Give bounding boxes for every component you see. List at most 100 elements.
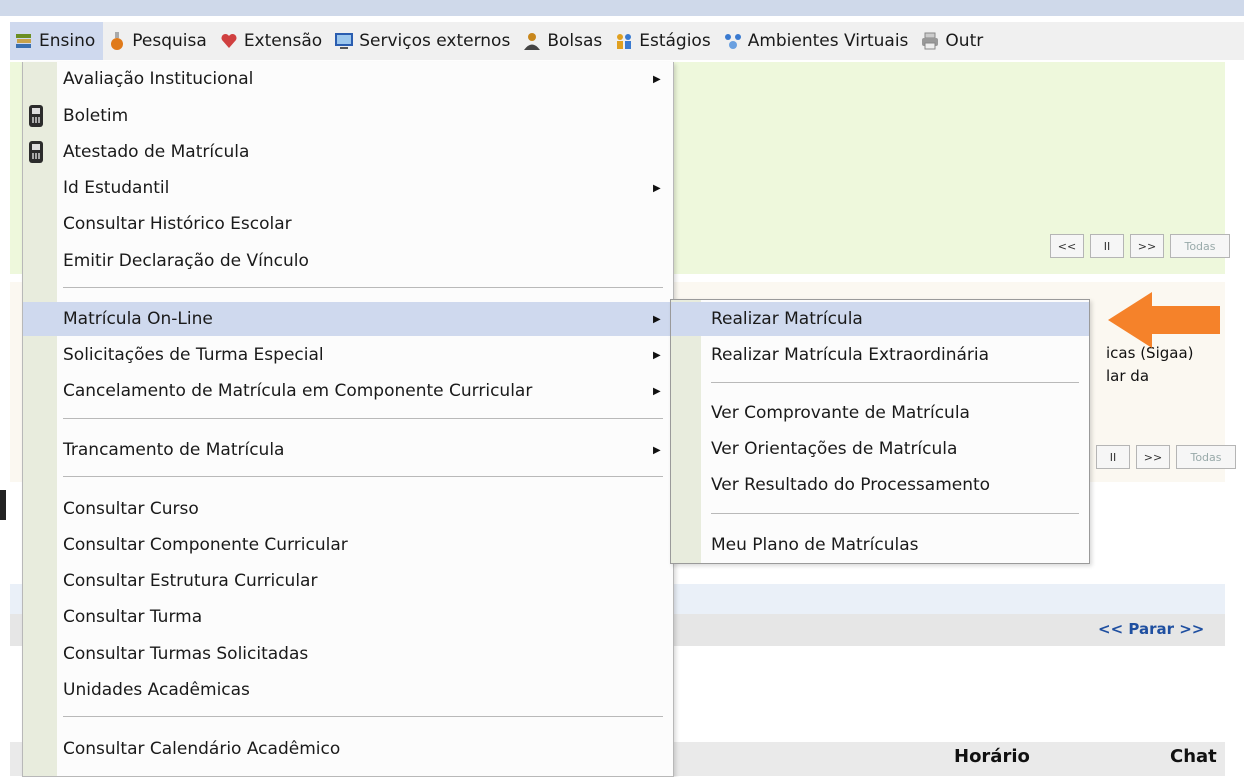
- heart-hands-icon: [219, 31, 239, 51]
- menu-item-calendario-academico[interactable]: Consultar Calendário Acadêmico: [23, 732, 673, 766]
- menu-item-matricula-online[interactable]: Matrícula On-Line ▶: [23, 302, 673, 336]
- submenu-arrow-icon: ▶: [653, 385, 661, 397]
- menu-label: Bolsas: [547, 31, 603, 51]
- notices-nav: II >> Todas: [1096, 445, 1236, 469]
- menu-item-label: Consultar Turmas Solicitadas: [63, 644, 309, 664]
- menu-item-label: Consultar Histórico Escolar: [63, 214, 292, 234]
- menu-item-label: Realizar Matrícula Extraordinária: [711, 345, 990, 365]
- notice-text-2: lar da: [1106, 367, 1150, 385]
- menu-item-label: Meu Plano de Matrículas: [711, 535, 919, 555]
- prev-button[interactable]: <<: [1050, 234, 1084, 258]
- menu-item-avaliacao-institucional[interactable]: Avaliação Institucional ▶: [23, 62, 673, 96]
- monitor-icon: [334, 31, 354, 51]
- menu-item-atestado-matricula[interactable]: Atestado de Matrícula: [23, 135, 673, 169]
- menu-item-label: Ver Orientações de Matrícula: [711, 439, 958, 459]
- menu-item-trancamento[interactable]: Trancamento de Matrícula ▶: [23, 433, 673, 467]
- parar-link[interactable]: << Parar >>: [1098, 620, 1204, 638]
- calculator-icon: [29, 105, 43, 127]
- ensino-dropdown: Avaliação Institucional ▶ Boletim Atesta…: [22, 62, 674, 777]
- menu-ensino[interactable]: Ensino: [10, 22, 104, 60]
- menu-item-label: Consultar Estrutura Curricular: [63, 571, 318, 591]
- menu-item-label: Cancelamento de Matrícula em Componente …: [63, 381, 533, 401]
- menu-item-boletim[interactable]: Boletim: [23, 99, 673, 133]
- menu-item-estrutura-curricular[interactable]: Consultar Estrutura Curricular: [23, 564, 673, 598]
- menu-item-label: Trancamento de Matrícula: [63, 440, 285, 460]
- submenu-item-realizar-matricula[interactable]: Realizar Matrícula: [671, 302, 1089, 336]
- menu-item-label: Consultar Curso: [63, 499, 199, 519]
- menu-item-label: Consultar Calendário Acadêmico: [63, 739, 341, 759]
- submenu-arrow-icon: ▶: [653, 313, 661, 325]
- submenu-item-matricula-extraordinaria[interactable]: Realizar Matrícula Extraordinária: [671, 338, 1089, 372]
- menu-item-consultar-curso[interactable]: Consultar Curso: [23, 492, 673, 526]
- menu-separator: [63, 476, 663, 477]
- menu-item-consultar-turma[interactable]: Consultar Turma: [23, 600, 673, 634]
- news-nav: << II >> Todas: [1050, 234, 1230, 258]
- menu-item-turmas-solicitadas[interactable]: Consultar Turmas Solicitadas: [23, 637, 673, 671]
- menu-item-cancelamento-matricula[interactable]: Cancelamento de Matrícula em Componente …: [23, 374, 673, 408]
- pointer-arrow-icon: [1108, 292, 1220, 348]
- menu-item-label: Boletim: [63, 106, 129, 126]
- submenu-arrow-icon: ▶: [653, 349, 661, 361]
- network-icon: [723, 31, 743, 51]
- submenu-arrow-icon: ▶: [653, 182, 661, 194]
- submenu-item-plano-matriculas[interactable]: Meu Plano de Matrículas: [671, 528, 1089, 562]
- flask-icon: [107, 31, 127, 51]
- menu-item-turma-especial[interactable]: Solicitações de Turma Especial ▶: [23, 338, 673, 372]
- menu-item-label: Ver Resultado do Processamento: [711, 475, 991, 495]
- menu-bolsas[interactable]: Bolsas: [518, 22, 610, 60]
- next-button[interactable]: >>: [1130, 234, 1164, 258]
- all-button[interactable]: Todas: [1170, 234, 1230, 258]
- menu-label: Outr: [945, 31, 984, 51]
- pause-button[interactable]: II: [1096, 445, 1130, 469]
- menu-servicos-externos[interactable]: Serviços externos: [330, 22, 518, 60]
- all-button[interactable]: Todas: [1176, 445, 1236, 469]
- menu-extensao[interactable]: Extensão: [215, 22, 330, 60]
- submenu-item-comprovante[interactable]: Ver Comprovante de Matrícula: [671, 396, 1089, 430]
- menu-label: Pesquisa: [132, 31, 207, 51]
- menu-label: Serviços externos: [359, 31, 511, 51]
- matricula-online-submenu: Realizar Matrícula Realizar Matrícula Ex…: [670, 299, 1090, 564]
- books-icon: [14, 31, 34, 51]
- calculator-icon: [29, 141, 43, 163]
- person-icon: [522, 31, 542, 51]
- menu-item-label: Realizar Matrícula: [711, 309, 863, 329]
- menu-item-declaracao-vinculo[interactable]: Emitir Declaração de Vínculo: [23, 244, 673, 278]
- menu-item-label: Ver Comprovante de Matrícula: [711, 403, 970, 423]
- menu-separator: [63, 287, 663, 288]
- menu-separator: [63, 716, 663, 717]
- menu-item-id-estudantil[interactable]: Id Estudantil ▶: [23, 171, 673, 205]
- menu-item-historico-escolar[interactable]: Consultar Histórico Escolar: [23, 207, 673, 241]
- menu-item-unidades-academicas[interactable]: Unidades Acadêmicas: [23, 673, 673, 707]
- menu-label: Ensino: [39, 31, 96, 51]
- menu-pesquisa[interactable]: Pesquisa: [103, 22, 215, 60]
- next-button[interactable]: >>: [1136, 445, 1170, 469]
- menu-item-label: Avaliação Institucional: [63, 69, 254, 89]
- menu-label: Estágios: [639, 31, 711, 51]
- menu-estagios[interactable]: Estágios: [610, 22, 718, 60]
- menu-label: Ambientes Virtuais: [747, 31, 909, 51]
- menu-item-label: Solicitações de Turma Especial: [63, 345, 324, 365]
- menu-ambientes-virtuais[interactable]: Ambientes Virtuais: [719, 22, 917, 60]
- menu-item-label: Consultar Componente Curricular: [63, 535, 348, 555]
- menu-separator: [711, 513, 1079, 514]
- left-edge-mark: [0, 490, 6, 520]
- menu-item-label: Atestado de Matrícula: [63, 142, 250, 162]
- submenu-item-resultado-processamento[interactable]: Ver Resultado do Processamento: [671, 468, 1089, 502]
- column-header-horario: Horário: [954, 746, 1030, 767]
- main-menubar: Ensino Pesquisa Extensão Serviços extern…: [10, 22, 1244, 60]
- menu-item-label: Emitir Declaração de Vínculo: [63, 251, 309, 271]
- menu-item-label: Consultar Turma: [63, 607, 203, 627]
- column-header-chat: Chat: [1170, 746, 1217, 767]
- people-icon: [614, 31, 634, 51]
- pause-button[interactable]: II: [1090, 234, 1124, 258]
- menu-item-label: Matrícula On-Line: [63, 309, 213, 329]
- submenu-arrow-icon: ▶: [653, 444, 661, 456]
- menu-label: Extensão: [243, 31, 323, 51]
- printer-icon: [920, 31, 940, 51]
- menu-separator: [63, 418, 663, 419]
- menu-item-componente-curricular[interactable]: Consultar Componente Curricular: [23, 528, 673, 562]
- menu-outros[interactable]: Outr: [916, 22, 991, 60]
- submenu-item-orientacoes[interactable]: Ver Orientações de Matrícula: [671, 432, 1089, 466]
- menu-item-label: Id Estudantil: [63, 178, 170, 198]
- menu-separator: [711, 382, 1079, 383]
